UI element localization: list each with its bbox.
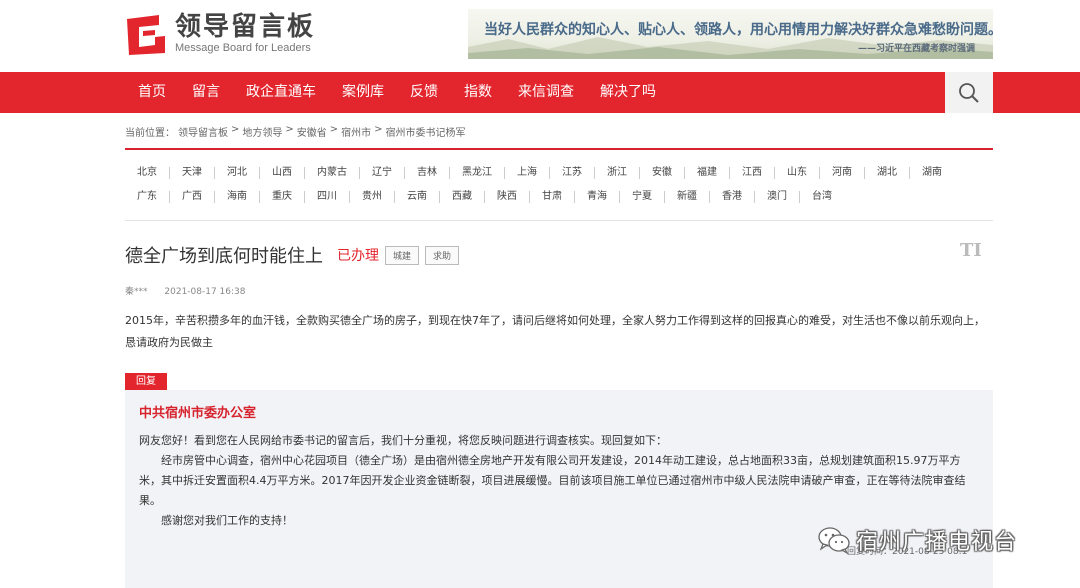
region-link[interactable]: 云南: [395, 191, 440, 203]
font-size-toggle[interactable]: TI: [960, 240, 982, 261]
slogan-banner: 当好人民群众的知心人、贴心人、领路人，用心用情用力解决好群众急难愁盼问题。 ——…: [468, 9, 993, 59]
reply-tag: 回复: [125, 373, 167, 391]
watermark: 宿州广播电视台: [818, 524, 1017, 556]
banner-author: ——习近平在西藏考察时强调: [857, 44, 975, 54]
nav-item-home[interactable]: 首页: [125, 72, 179, 113]
region-link[interactable]: 浙江: [595, 167, 640, 179]
region-link[interactable]: 内蒙古: [305, 167, 360, 179]
region-link[interactable]: 天津: [170, 167, 215, 179]
logo-title: 领导留言板: [175, 12, 316, 42]
nav-item-cases[interactable]: 案例库: [329, 72, 397, 113]
banner-slogan: 当好人民群众的知心人、贴心人、领路人，用心用情用力解决好群众急难愁盼问题。: [484, 22, 993, 38]
site-logo[interactable]: 领导留言板 Message Board for Leaders: [125, 12, 315, 55]
watermark-text: 宿州广播电视台: [856, 530, 1018, 555]
search-icon: [959, 82, 979, 103]
nav-item-survey[interactable]: 来信调查: [505, 72, 587, 113]
breadcrumb: 当前位置： 领导留言板 > 地方领导 > 安徽省 > 宿州市 > 宿州市委书记杨…: [125, 124, 469, 139]
region-link[interactable]: 台湾: [800, 191, 844, 203]
header: 领导留言板 Message Board for Leaders 当好人民群众的知…: [0, 0, 1080, 72]
region-link[interactable]: 安徽: [640, 167, 685, 179]
region-link[interactable]: 湖南: [910, 167, 954, 179]
region-row: 广东 广西 海南 重庆 四川 贵州 云南 西藏 陕西 甘肃 青海 宁夏 新疆 香港 澳门 台湾: [125, 185, 993, 209]
nav-item-feedback[interactable]: 反馈: [397, 72, 451, 113]
breadcrumb-link-board[interactable]: 领导留言板: [178, 124, 228, 139]
nav-item-message[interactable]: 留言: [179, 72, 233, 113]
region-link[interactable]: 湖北: [865, 167, 910, 179]
breadcrumb-separator: >: [231, 124, 240, 135]
region-link[interactable]: 甘肃: [530, 191, 575, 203]
logo-mark-icon: [125, 13, 167, 55]
region-link[interactable]: 山东: [775, 167, 820, 179]
breadcrumb-separator: >: [329, 124, 339, 135]
search-button[interactable]: [945, 72, 993, 113]
breadcrumb-prefix: 当前位置：: [125, 128, 175, 139]
main-nav: 首页 留言 政企直通车 案例库 反馈 指数 来信调查 解决了吗: [0, 72, 1080, 113]
message-title-row: 德全广场到底何时能住上 已办理 城建 求助: [125, 242, 460, 268]
region-link[interactable]: 河北: [215, 167, 260, 179]
region-link[interactable]: 山西: [260, 167, 305, 179]
region-link[interactable]: 西藏: [440, 191, 485, 203]
message-body: 2015年，辛苦积攒多年的血汗钱，全款购买德全广场的房子，到现在快7年了，请问后…: [125, 314, 985, 349]
breadcrumb-link-local[interactable]: 地方领导: [242, 124, 282, 139]
region-link[interactable]: 上海: [505, 167, 550, 179]
region-link[interactable]: 香港: [710, 191, 755, 203]
region-link[interactable]: 陕西: [485, 191, 530, 203]
breadcrumb-separator: >: [374, 124, 383, 135]
breadcrumb-link-leader[interactable]: 宿州市委书记杨军: [386, 124, 466, 139]
divider: [125, 148, 993, 150]
region-link[interactable]: 吉林: [405, 167, 450, 179]
region-link[interactable]: 江苏: [550, 167, 595, 179]
reply-organization: 中共宿州市委办公室: [139, 406, 257, 421]
region-link[interactable]: 澳门: [755, 191, 800, 203]
region-link[interactable]: 宁夏: [620, 191, 665, 203]
message-time: 2021-08-17 16:38: [164, 287, 246, 297]
message-title: 德全广场到底何时能住上: [125, 246, 323, 267]
region-link[interactable]: 广西: [170, 191, 215, 203]
logo-subtitle: Message Board for Leaders: [175, 42, 311, 54]
region-row: 北京 天津 河北 山西 内蒙古 辽宁 吉林 黑龙江 上海 江苏 浙江 安徽 福建 江西 山东 河南 湖北 湖南: [125, 161, 993, 185]
wechat-icon: [818, 527, 850, 554]
reply-content: 网友您好！看到您在人民网给市委书记的留言后，我们十分重视，将您反映问题进行调查核…: [139, 431, 969, 531]
status-badge: 已办理: [337, 248, 379, 264]
reply-paragraph: 经市房管中心调查，宿州中心花园项目（德全广场）是由宿州德全房地产开发有限公司开发…: [139, 454, 966, 507]
nav-item-business[interactable]: 政企直通车: [233, 72, 329, 113]
tag-type[interactable]: 求助: [425, 245, 460, 265]
breadcrumb-separator: >: [285, 124, 294, 135]
nav-item-solved[interactable]: 解决了吗: [587, 72, 669, 113]
breadcrumb-link-province[interactable]: 安徽省: [297, 124, 327, 139]
tag-category[interactable]: 城建: [385, 245, 420, 265]
reply-greeting: 网友您好！看到您在人民网给市委书记的留言后，我们十分重视，将您反映问题进行调查核…: [139, 434, 667, 447]
reply-box: 中共宿州市委办公室 网友您好！看到您在人民网给市委书记的留言后，我们十分重视，将…: [125, 390, 993, 588]
region-link[interactable]: 北京: [125, 167, 170, 179]
region-link[interactable]: 福建: [685, 167, 730, 179]
region-link[interactable]: 四川: [305, 191, 350, 203]
message-author: 秦***: [125, 287, 148, 297]
region-link[interactable]: 新疆: [665, 191, 710, 203]
nav-item-index[interactable]: 指数: [451, 72, 505, 113]
message-meta: 秦*** 2021-08-17 16:38: [125, 284, 246, 297]
region-link[interactable]: 重庆: [260, 191, 305, 203]
region-link[interactable]: 河南: [820, 167, 865, 179]
region-link[interactable]: 辽宁: [360, 167, 405, 179]
region-list: 北京 天津 河北 山西 内蒙古 辽宁 吉林 黑龙江 上海 江苏 浙江 安徽 福建 江西 山东 河南 湖北 湖南 广…: [125, 161, 993, 221]
region-link[interactable]: 江西: [730, 167, 775, 179]
region-link[interactable]: 青海: [575, 191, 620, 203]
region-link[interactable]: 贵州: [350, 191, 395, 203]
region-link[interactable]: 黑龙江: [450, 167, 505, 179]
region-link[interactable]: 海南: [215, 191, 260, 203]
region-link[interactable]: 广东: [125, 191, 170, 203]
breadcrumb-link-city[interactable]: 宿州市: [341, 124, 371, 139]
